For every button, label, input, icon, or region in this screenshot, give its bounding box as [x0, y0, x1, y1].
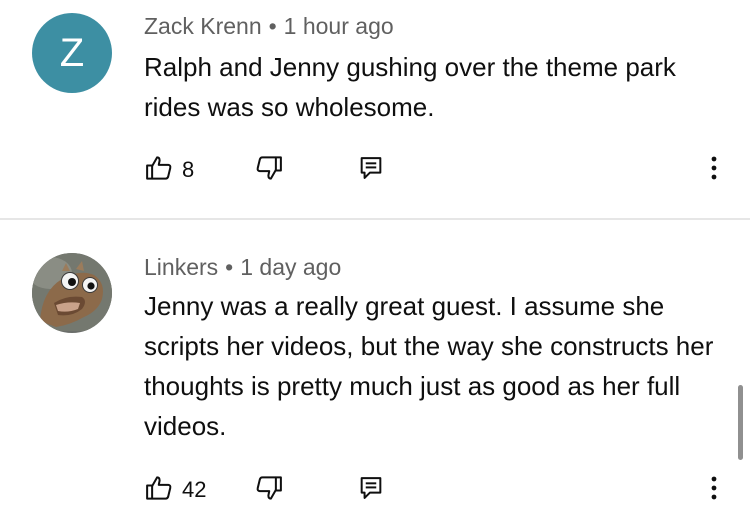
comment-item: Linkers • 1 day ago Jenny was a really gre… [0, 220, 750, 530]
comment-author[interactable]: Zack Krenn [144, 13, 262, 39]
like-button[interactable]: 8 [144, 152, 194, 188]
meta-separator: • [268, 13, 277, 39]
more-vert-icon [710, 474, 718, 507]
comment-time[interactable]: 1 day ago [240, 254, 341, 280]
avatar-letter: Z [59, 30, 85, 75]
meta-separator: • [225, 254, 234, 280]
comment-actions: 42 [0, 472, 750, 508]
thumbs-up-icon [144, 473, 174, 508]
reply-button[interactable] [357, 152, 385, 188]
scrollbar-thumb[interactable] [738, 385, 743, 460]
thumbs-down-icon [254, 473, 284, 508]
more-options-button[interactable] [700, 152, 728, 188]
thumbs-up-icon [144, 153, 174, 188]
reply-button[interactable] [357, 472, 385, 508]
like-count: 8 [182, 157, 195, 182]
lizard-creature-avatar-image [32, 253, 112, 333]
avatar[interactable] [32, 253, 112, 333]
comment-time[interactable]: 1 hour ago [284, 13, 394, 39]
more-options-button[interactable] [700, 472, 728, 508]
comment-item: Z Zack Krenn • 1 hour ago Ralph and Jenny … [0, 0, 750, 218]
comment-meta: Zack Krenn • 1 hour ago [144, 13, 394, 40]
dislike-button[interactable] [254, 152, 284, 188]
comment-text: Ralph and Jenny gushing over the theme p… [144, 52, 676, 122]
comment-meta: Linkers • 1 day ago [144, 254, 341, 281]
reply-icon [357, 154, 385, 187]
more-vert-icon [710, 154, 718, 187]
thumbs-down-icon [254, 153, 284, 188]
like-button[interactable]: 42 [144, 472, 206, 508]
avatar[interactable]: Z [32, 13, 112, 93]
comment-author[interactable]: Linkers [144, 254, 218, 280]
reply-icon [357, 474, 385, 507]
comment-actions: 8 [0, 152, 750, 188]
like-count: 42 [182, 477, 207, 502]
dislike-button[interactable] [254, 472, 284, 508]
comment-text: Jenny was a really great guest. I assume… [144, 291, 714, 441]
